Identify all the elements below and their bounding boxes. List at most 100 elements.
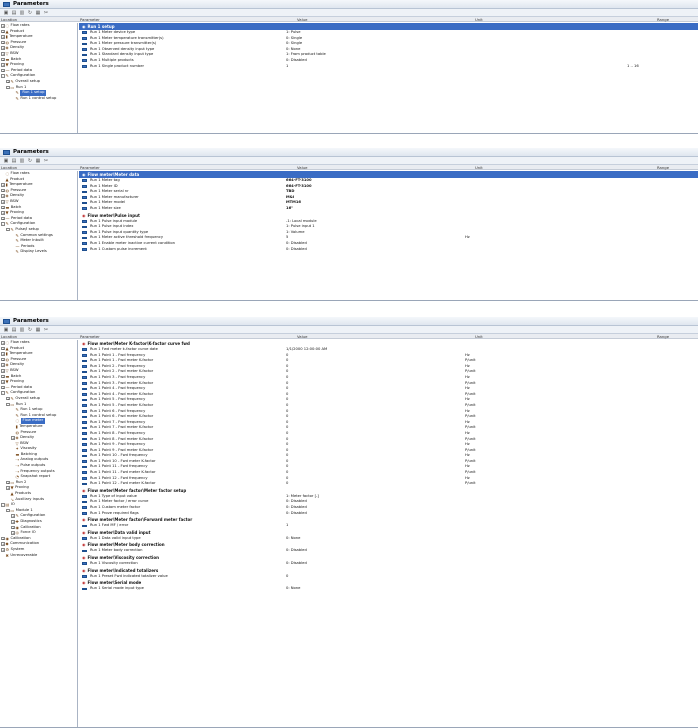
expand-toggle[interactable] xyxy=(1,178,5,182)
column-header-range[interactable]: Range xyxy=(657,334,669,339)
expand-toggle[interactable] xyxy=(11,475,15,479)
parameter-row[interactable]: Run 1 Custom pulse increment 0: Disabled xyxy=(79,247,698,253)
expand-toggle[interactable]: - xyxy=(1,222,5,226)
column-header-range[interactable]: Range xyxy=(657,17,669,22)
expand-toggle[interactable]: - xyxy=(6,85,10,90)
expand-toggle[interactable]: - xyxy=(6,402,10,407)
expand-toggle[interactable] xyxy=(11,234,15,238)
expand-toggle[interactable] xyxy=(11,453,15,457)
section-header[interactable]: ◉ Flow meter\Meter factor\Forward meter f… xyxy=(79,516,698,523)
parameter-value[interactable]: 1 xyxy=(286,64,288,70)
expand-toggle[interactable]: - xyxy=(1,74,5,78)
parameter-value[interactable]: 0: None xyxy=(286,586,300,592)
tree-item[interactable]: ✎ Run 1 control setup xyxy=(0,96,77,102)
folder-open-icon[interactable]: ▣ xyxy=(3,10,9,16)
filter-icon[interactable]: ✂ xyxy=(43,158,49,164)
refresh-icon[interactable]: ↻ xyxy=(27,158,33,164)
column-header-location[interactable]: Location xyxy=(1,165,17,170)
folder-open-icon[interactable]: ▣ xyxy=(3,327,9,333)
expand-toggle[interactable]: + xyxy=(11,436,15,440)
expand-toggle[interactable] xyxy=(11,419,15,423)
expand-toggle[interactable]: + xyxy=(11,531,15,535)
section-header[interactable]: ◉ Flow meter\Meter data xyxy=(79,171,698,178)
column-header-value[interactable]: Value xyxy=(297,334,307,339)
expand-toggle[interactable]: + xyxy=(1,57,5,62)
expand-toggle[interactable]: + xyxy=(11,514,15,518)
expand-toggle[interactable]: + xyxy=(11,520,15,524)
expand-toggle[interactable] xyxy=(11,431,15,435)
expand-toggle[interactable]: + xyxy=(1,369,5,373)
expand-toggle[interactable]: + xyxy=(1,183,5,187)
column-header-parameter[interactable]: Parameter xyxy=(80,17,100,22)
expand-toggle[interactable] xyxy=(11,459,15,463)
expand-toggle[interactable]: + xyxy=(1,24,5,28)
expand-toggle[interactable]: + xyxy=(11,525,15,530)
grid-icon[interactable]: ▦ xyxy=(35,158,41,164)
expand-toggle[interactable] xyxy=(11,239,15,243)
expand-toggle[interactable]: + xyxy=(1,216,5,221)
expand-toggle[interactable] xyxy=(6,492,10,496)
expand-toggle[interactable]: - xyxy=(1,391,5,395)
expand-toggle[interactable]: + xyxy=(1,346,5,351)
expand-toggle[interactable]: + xyxy=(1,200,5,204)
save-icon[interactable]: ▤ xyxy=(11,158,17,164)
expand-toggle[interactable]: + xyxy=(1,29,5,34)
expand-toggle[interactable]: + xyxy=(1,211,5,215)
folder-open-icon[interactable]: ▣ xyxy=(3,158,9,164)
print-icon[interactable]: ▥ xyxy=(19,327,25,333)
expand-toggle[interactable]: - xyxy=(1,503,5,507)
tree-item[interactable]: ✖ Unrecoverable xyxy=(0,553,77,559)
section-header[interactable]: ◉ Flow meter\Viscosity correction xyxy=(79,554,698,561)
column-header-location[interactable]: Location xyxy=(1,334,17,339)
expand-toggle[interactable]: + xyxy=(1,63,5,67)
expand-toggle[interactable] xyxy=(11,97,15,101)
expand-toggle[interactable]: + xyxy=(1,542,5,546)
print-icon[interactable]: ▥ xyxy=(19,158,25,164)
refresh-icon[interactable]: ↻ xyxy=(27,10,33,16)
section-header[interactable]: ◉ Flow meter\Pulse input xyxy=(79,212,698,219)
expand-toggle[interactable] xyxy=(6,498,10,502)
column-header-parameter[interactable]: Parameter xyxy=(80,165,100,170)
expand-toggle[interactable] xyxy=(1,554,5,558)
section-header[interactable]: ◉ Flow meter\Data valid input xyxy=(79,529,698,536)
expand-toggle[interactable]: + xyxy=(1,385,5,390)
expand-toggle[interactable] xyxy=(11,425,15,429)
expand-toggle[interactable]: + xyxy=(1,357,5,362)
parameter-value[interactable]: 0: Disabled xyxy=(286,247,307,253)
column-header-value[interactable]: Value xyxy=(297,17,307,22)
column-header-unit[interactable]: Unit xyxy=(475,334,483,339)
section-header[interactable]: ◉ Flow meter\Indicated totalizers xyxy=(79,567,698,574)
expand-toggle[interactable] xyxy=(11,408,15,412)
expand-toggle[interactable]: + xyxy=(1,40,5,45)
expand-toggle[interactable] xyxy=(11,470,15,474)
column-header-range[interactable]: Range xyxy=(657,165,669,170)
expand-toggle[interactable] xyxy=(11,245,15,249)
save-icon[interactable]: ▤ xyxy=(11,327,17,333)
grid-icon[interactable]: ▦ xyxy=(35,327,41,333)
expand-toggle[interactable]: + xyxy=(1,188,5,193)
expand-toggle[interactable]: + xyxy=(1,35,5,39)
expand-toggle[interactable] xyxy=(1,172,5,176)
expand-toggle[interactable]: - xyxy=(6,508,10,513)
expand-toggle[interactable]: + xyxy=(1,68,5,73)
expand-toggle[interactable] xyxy=(11,414,15,418)
expand-toggle[interactable]: + xyxy=(1,352,5,356)
parameter-row[interactable]: Run 1 Serial mode input type 0: None xyxy=(79,586,698,592)
print-icon[interactable]: ▥ xyxy=(19,10,25,16)
expand-toggle[interactable]: + xyxy=(1,341,5,345)
parameter-row[interactable]: Run 1 Single product number 1 1 .. 16 xyxy=(79,64,698,70)
expand-toggle[interactable] xyxy=(11,91,15,95)
expand-toggle[interactable]: + xyxy=(1,52,5,56)
expand-toggle[interactable]: + xyxy=(1,536,5,541)
expand-toggle[interactable]: + xyxy=(6,396,10,401)
expand-toggle[interactable]: + xyxy=(1,194,5,198)
grid-icon[interactable]: ▦ xyxy=(35,10,41,16)
column-header-location[interactable]: Location xyxy=(1,17,17,22)
section-header[interactable]: ◉ Flow meter\Meter K-factor\K-factor curv… xyxy=(79,340,698,347)
expand-toggle[interactable]: + xyxy=(1,380,5,384)
section-header[interactable]: ◉ Flow meter\Meter factor\Meter factor se… xyxy=(79,487,698,494)
section-header[interactable]: ◉ Run 1 setup xyxy=(79,23,698,30)
expand-toggle[interactable]: - xyxy=(6,227,10,232)
section-header[interactable]: ◉ Flow meter\Meter body correction xyxy=(79,541,698,548)
tree-item[interactable]: ✎ Display Levels xyxy=(0,249,77,255)
